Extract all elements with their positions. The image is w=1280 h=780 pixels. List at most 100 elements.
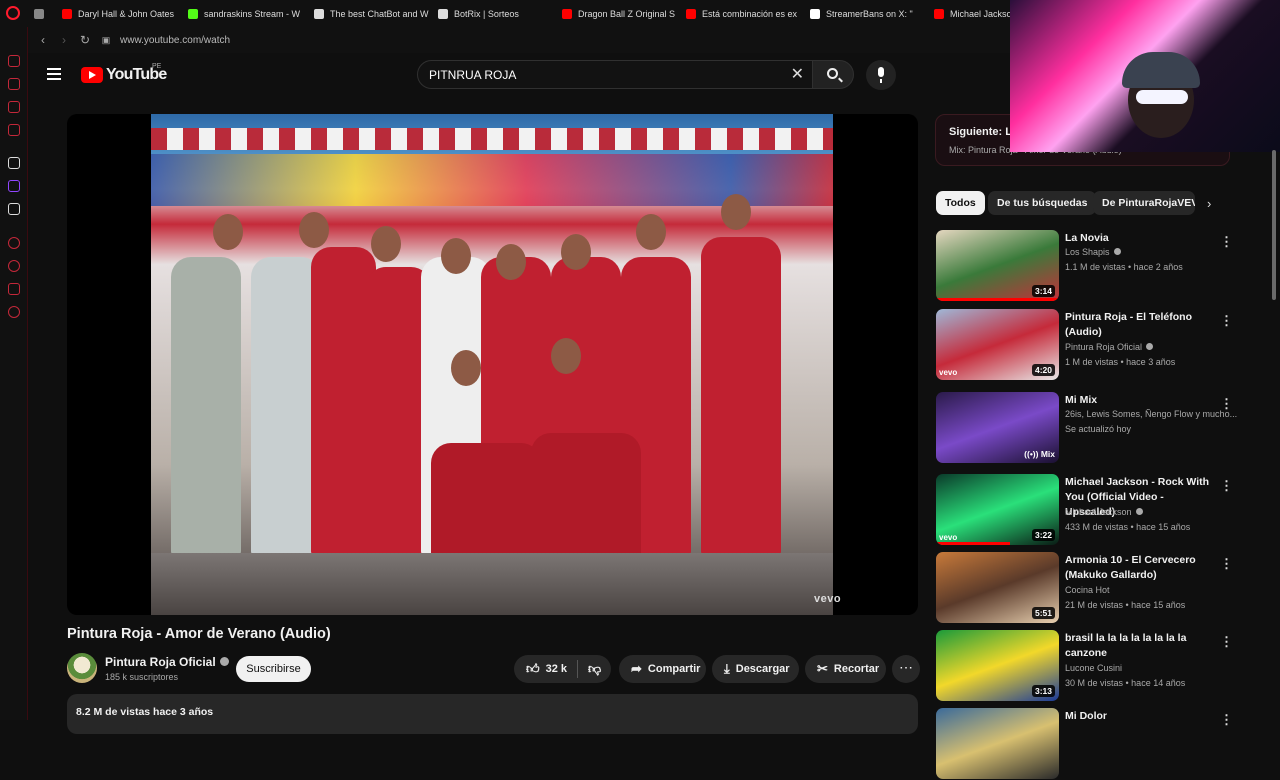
browser-tab[interactable]: Dragon Ball Z Original S <box>558 0 682 27</box>
opera-logo-icon[interactable] <box>6 6 20 20</box>
download-button[interactable]: ⤓ Descargar <box>712 655 799 683</box>
sidebar-settings-icon[interactable] <box>8 306 20 318</box>
back-icon[interactable]: ‹ <box>37 33 49 47</box>
recommendation-channel[interactable]: 26is, Lewis Somes, Ñengo Flow y mucho... <box>1065 409 1237 419</box>
recommendation-channel-text[interactable]: 26is, Lewis Somes, Ñengo Flow y mucho... <box>1065 409 1237 419</box>
recommendation-title[interactable]: Armonia 10 - El Cervecero (Makuko Gallar… <box>1065 553 1215 583</box>
recommendation-channel[interactable]: Cocina Hot <box>1065 585 1110 595</box>
menu-icon[interactable] <box>47 68 61 80</box>
youtube-logo[interactable]: YouTube PE <box>81 63 167 84</box>
clip-button[interactable]: ✂ Recortar <box>805 655 886 683</box>
verified-icon <box>1135 508 1143 515</box>
more-options-icon[interactable]: ⋮ <box>1220 396 1233 412</box>
thumbs-down-icon[interactable]: 👎︎ <box>588 661 601 677</box>
sidebar-history-icon[interactable] <box>8 260 20 272</box>
clear-search-icon[interactable]: ✕ <box>791 67 804 83</box>
chip-from-searches[interactable]: De tus búsquedas <box>988 191 1097 215</box>
browser-tab[interactable]: The best ChatBot and W <box>310 0 434 27</box>
video-thumbnail[interactable]: 5:51 <box>936 552 1059 623</box>
more-options-icon[interactable]: ⋮ <box>1220 313 1233 329</box>
video-thumbnail[interactable] <box>936 708 1059 779</box>
channel-name[interactable]: Pintura Roja Oficial <box>105 655 229 669</box>
recommendation-channel[interactable]: Los Shapis <box>1065 247 1121 257</box>
sidebar-messenger-icon[interactable] <box>8 101 20 113</box>
search-box[interactable]: PITNRUA ROJA ✕ <box>417 60 813 89</box>
video-thumbnail[interactable]: ((•)) Mix <box>936 392 1059 463</box>
sidebar-x-icon[interactable] <box>8 203 20 215</box>
browser-tab[interactable]: Está combinación es ex <box>682 0 806 27</box>
video-thumbnail[interactable]: vevo 4:20 <box>936 309 1059 380</box>
thumbs-up-icon[interactable]: 👍︎ <box>526 661 540 677</box>
recommendation-channel-text[interactable]: Michael Jackson <box>1065 507 1132 517</box>
clip-label: Recortar <box>833 663 880 675</box>
recommendation-title[interactable]: Pintura Roja - El Teléfono (Audio) <box>1065 310 1215 340</box>
recommendation-channel-text[interactable]: Los Shapis <box>1065 247 1110 257</box>
video-thumbnail[interactable]: 3:14 <box>936 230 1059 301</box>
sidebar-kick-icon[interactable] <box>8 157 20 169</box>
recommendation-title[interactable]: Mi Dolor <box>1065 709 1215 724</box>
more-options-icon[interactable]: ⋮ <box>1220 634 1233 650</box>
search-button[interactable] <box>812 60 854 89</box>
tab-label: sandraskins Stream - W <box>204 8 301 19</box>
url-text[interactable]: www.youtube.com/watch <box>120 35 230 46</box>
sidebar-twitch-icon[interactable] <box>8 180 20 192</box>
reload-icon[interactable]: ↻ <box>79 33 91 47</box>
search-input[interactable]: PITNRUA ROJA <box>429 68 516 82</box>
sidebar-extensions-icon[interactable] <box>8 283 20 295</box>
recommendation-channel-text[interactable]: Cocina Hot <box>1065 585 1110 595</box>
recommendation-item[interactable]: 3:13 brasil la la la la la la la la canzo… <box>936 630 1236 702</box>
tab-label: Está combinación es ex <box>702 8 798 19</box>
channel-name-text[interactable]: Pintura Roja Oficial <box>105 655 216 669</box>
forward-icon[interactable]: › <box>58 33 70 47</box>
voice-search-icon[interactable] <box>866 60 896 90</box>
recommendation-title[interactable]: brasil la la la la la la la la canzone <box>1065 631 1215 661</box>
recommendation-channel-text[interactable]: Lucone Cusini <box>1065 663 1122 673</box>
more-options-icon[interactable]: ⋮ <box>1220 556 1233 572</box>
chip-all[interactable]: Todos <box>936 191 985 215</box>
recommendation-title[interactable]: La Novia <box>1065 231 1215 246</box>
recommendation-item[interactable]: vevo 4:20 Pintura Roja - El Teléfono (Audi… <box>936 309 1236 381</box>
browser-tab[interactable]: Michael Jackson - E <box>930 0 1020 27</box>
recommendation-channel-text[interactable]: Pintura Roja Oficial <box>1065 342 1142 352</box>
views-and-date: 8.2 M de vistas hace 3 años <box>76 706 214 718</box>
tab-label: Dragon Ball Z Original S <box>578 8 676 19</box>
browser-tab[interactable]: Daryl Hall & John Oates <box>58 0 184 27</box>
like-count[interactable]: 32 k <box>546 663 567 675</box>
subscribe-button[interactable]: Suscribirse <box>236 656 311 682</box>
recommendation-channel[interactable]: Pintura Roja Oficial <box>1065 342 1154 352</box>
tab-favicon-icon <box>438 8 448 19</box>
browser-tab[interactable] <box>30 0 58 27</box>
browser-tab[interactable]: sandraskins Stream - W <box>184 0 310 27</box>
browser-tab[interactable]: BotRix | Sorteos <box>434 0 558 27</box>
recommendation-item[interactable]: 3:14 La Novia Los Shapis 1.1 M de vistas • … <box>936 230 1236 302</box>
recommendation-title[interactable]: Mi Mix <box>1065 393 1215 408</box>
more-actions-button[interactable]: ⋯ <box>892 655 920 683</box>
browser-tab[interactable]: StreamerBans on X: " <box>806 0 930 27</box>
description-box[interactable]: 8.2 M de vistas hace 3 años <box>67 694 918 734</box>
share-button[interactable]: ➦ Compartir <box>619 655 706 683</box>
more-options-icon[interactable]: ⋮ <box>1220 712 1233 728</box>
video-thumbnail[interactable]: 3:13 <box>936 630 1059 701</box>
chevron-right-icon[interactable]: › <box>1207 196 1211 211</box>
sidebar-player-icon[interactable] <box>8 237 20 249</box>
sidebar-home-icon[interactable] <box>8 55 20 67</box>
duration-badge: 3:13 <box>1031 685 1055 697</box>
recommendation-item[interactable]: ((•)) Mix Mi Mix 26is, Lewis Somes, Ñengo … <box>936 392 1237 464</box>
more-options-icon[interactable]: ⋮ <box>1220 234 1233 250</box>
sidebar-whatsapp-icon[interactable] <box>8 124 20 136</box>
recommendation-item[interactable]: Mi Dolor ⋮ <box>936 708 1236 780</box>
scrollbar[interactable] <box>1272 150 1276 300</box>
more-options-icon[interactable]: ⋮ <box>1220 478 1233 494</box>
chip-from-channel[interactable]: De PinturaRojaVEVO <box>1093 191 1195 215</box>
recommendation-channel[interactable]: Michael Jackson <box>1065 507 1143 517</box>
recommendation-item[interactable]: 5:51 Armonia 10 - El Cervecero (Makuko Ga… <box>936 552 1236 624</box>
webcam-overlay <box>1010 0 1280 152</box>
recommendation-channel[interactable]: Lucone Cusini <box>1065 663 1122 673</box>
channel-avatar[interactable] <box>67 653 97 683</box>
recommendation-item[interactable]: vevo 3:22 Michael Jackson - Rock With You … <box>936 474 1236 546</box>
video-thumbnail[interactable]: vevo 3:22 <box>936 474 1059 545</box>
verified-icon <box>1146 343 1154 350</box>
sidebar-aria-icon[interactable] <box>8 78 20 90</box>
watch-progress-bar <box>936 298 1059 301</box>
video-player[interactable] <box>67 114 918 615</box>
